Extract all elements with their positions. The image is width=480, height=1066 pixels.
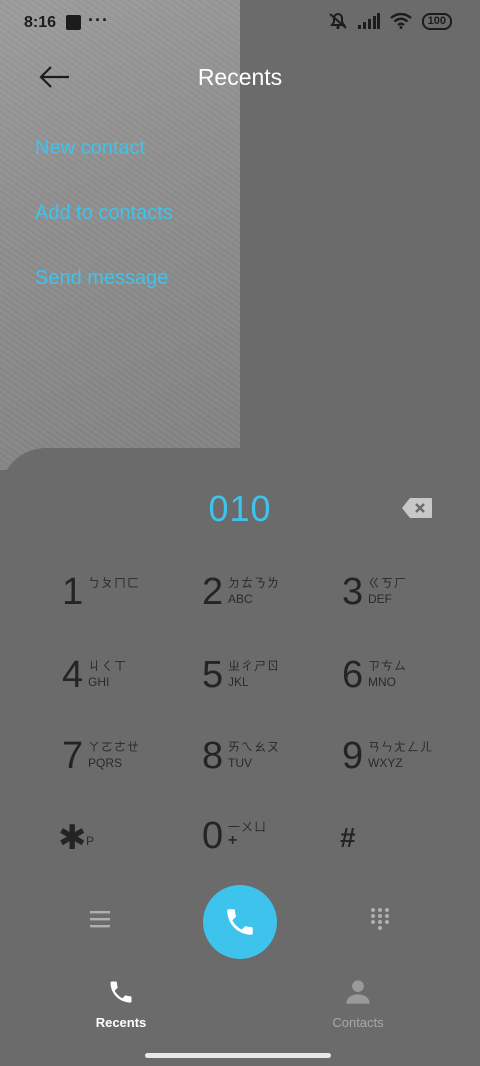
backspace-icon[interactable] — [401, 497, 433, 519]
home-indicator[interactable] — [145, 1053, 331, 1058]
notification-icon — [66, 15, 81, 30]
key-digit: 6 — [342, 654, 364, 696]
tab-contacts-label: Contacts — [332, 1015, 384, 1030]
key-2[interactable]: 2 ㄉㄊㄋㄌ ABC — [202, 570, 332, 632]
key-4[interactable]: 4 ㄐㄑㄒ GHI — [62, 653, 192, 715]
key-0[interactable]: 0 一ㄨㄩ + — [202, 814, 332, 876]
key-letters: TUV — [228, 756, 252, 770]
keypad-grid-icon[interactable] — [370, 907, 390, 931]
key-hash[interactable]: # — [340, 814, 470, 876]
key-6[interactable]: 6 ㄗㄘㄙ MNO — [342, 653, 472, 715]
key-9[interactable]: 9 ㄢㄣㄤㄥㄦ WXYZ — [342, 734, 472, 796]
wifi-icon — [389, 13, 412, 29]
key-digit: # — [340, 822, 356, 853]
key-digit: 4 — [62, 654, 84, 696]
page-title: Recents — [197, 64, 283, 90]
key-zhuyin: ㄍㄎㄏ — [368, 576, 408, 590]
key-letters: GHI — [88, 675, 110, 689]
add-to-contacts-link[interactable]: Add to contacts — [35, 202, 173, 225]
key-digit: 9 — [342, 735, 364, 777]
status-icons: 100 — [328, 12, 452, 30]
key-digit: 1 — [62, 571, 84, 613]
key-digit: 8 — [202, 735, 224, 777]
tab-contacts[interactable]: Contacts — [288, 978, 428, 1030]
key-digit: 2 — [202, 571, 224, 613]
key-zhuyin: ㄢㄣㄤㄥㄦ — [368, 740, 434, 754]
key-digit: ✱ — [58, 819, 87, 857]
more-notifications-icon: ··· — [88, 10, 109, 30]
key-letters: P — [86, 834, 95, 848]
key-7[interactable]: 7 ㄚㄛㄜㄝ PQRS — [62, 734, 192, 796]
key-8[interactable]: 8 ㄞㄟㄠㄡ TUV — [202, 734, 332, 796]
key-digit: 7 — [62, 735, 84, 777]
key-digit: 3 — [342, 571, 364, 613]
key-zhuyin: ㄉㄊㄋㄌ — [228, 576, 281, 590]
key-letters: MNO — [368, 675, 396, 689]
key-letters: WXYZ — [368, 756, 403, 770]
key-digit: 5 — [202, 654, 224, 696]
tab-recents-label: Recents — [95, 1015, 147, 1030]
key-zhuyin: ㄅㄆㄇㄈ — [88, 576, 141, 590]
key-letters: DEF — [368, 592, 392, 606]
new-contact-link[interactable]: New contact — [35, 137, 145, 160]
key-letters: JKL — [228, 675, 249, 689]
phone-icon — [227, 909, 253, 935]
key-3[interactable]: 3 ㄍㄎㄏ DEF — [342, 570, 472, 632]
status-bar: 8:16 ··· 100 — [0, 0, 480, 46]
status-time: 8:16 — [24, 14, 57, 31]
call-button[interactable] — [203, 885, 277, 959]
header: Recents — [0, 52, 480, 102]
key-letters: ABC — [228, 592, 253, 606]
key-letters: PQRS — [88, 756, 123, 770]
key-5[interactable]: 5 ㄓㄔㄕㄖ JKL — [202, 653, 332, 715]
key-letters: + — [228, 832, 238, 849]
send-message-link[interactable]: Send message — [35, 267, 168, 290]
key-zhuyin: ㄗㄘㄙ — [368, 659, 408, 673]
battery-icon: 100 — [421, 12, 452, 30]
signal-icon — [357, 13, 380, 29]
key-star[interactable]: ✱ P — [58, 814, 188, 876]
key-1[interactable]: 1 ㄅㄆㄇㄈ — [62, 570, 192, 632]
key-zhuyin: ㄚㄛㄜㄝ — [88, 740, 141, 754]
tab-recents[interactable]: Recents — [51, 978, 191, 1030]
mute-icon — [328, 13, 347, 30]
phone-icon — [110, 981, 132, 1003]
key-zhuyin: ㄞㄟㄠㄡ — [228, 740, 281, 754]
key-digit: 0 — [202, 815, 224, 857]
key-zhuyin: ㄐㄑㄒ — [88, 659, 128, 673]
key-zhuyin: ㄓㄔㄕㄖ — [228, 659, 281, 673]
person-icon — [346, 980, 370, 1004]
menu-lines-icon[interactable] — [89, 909, 111, 929]
